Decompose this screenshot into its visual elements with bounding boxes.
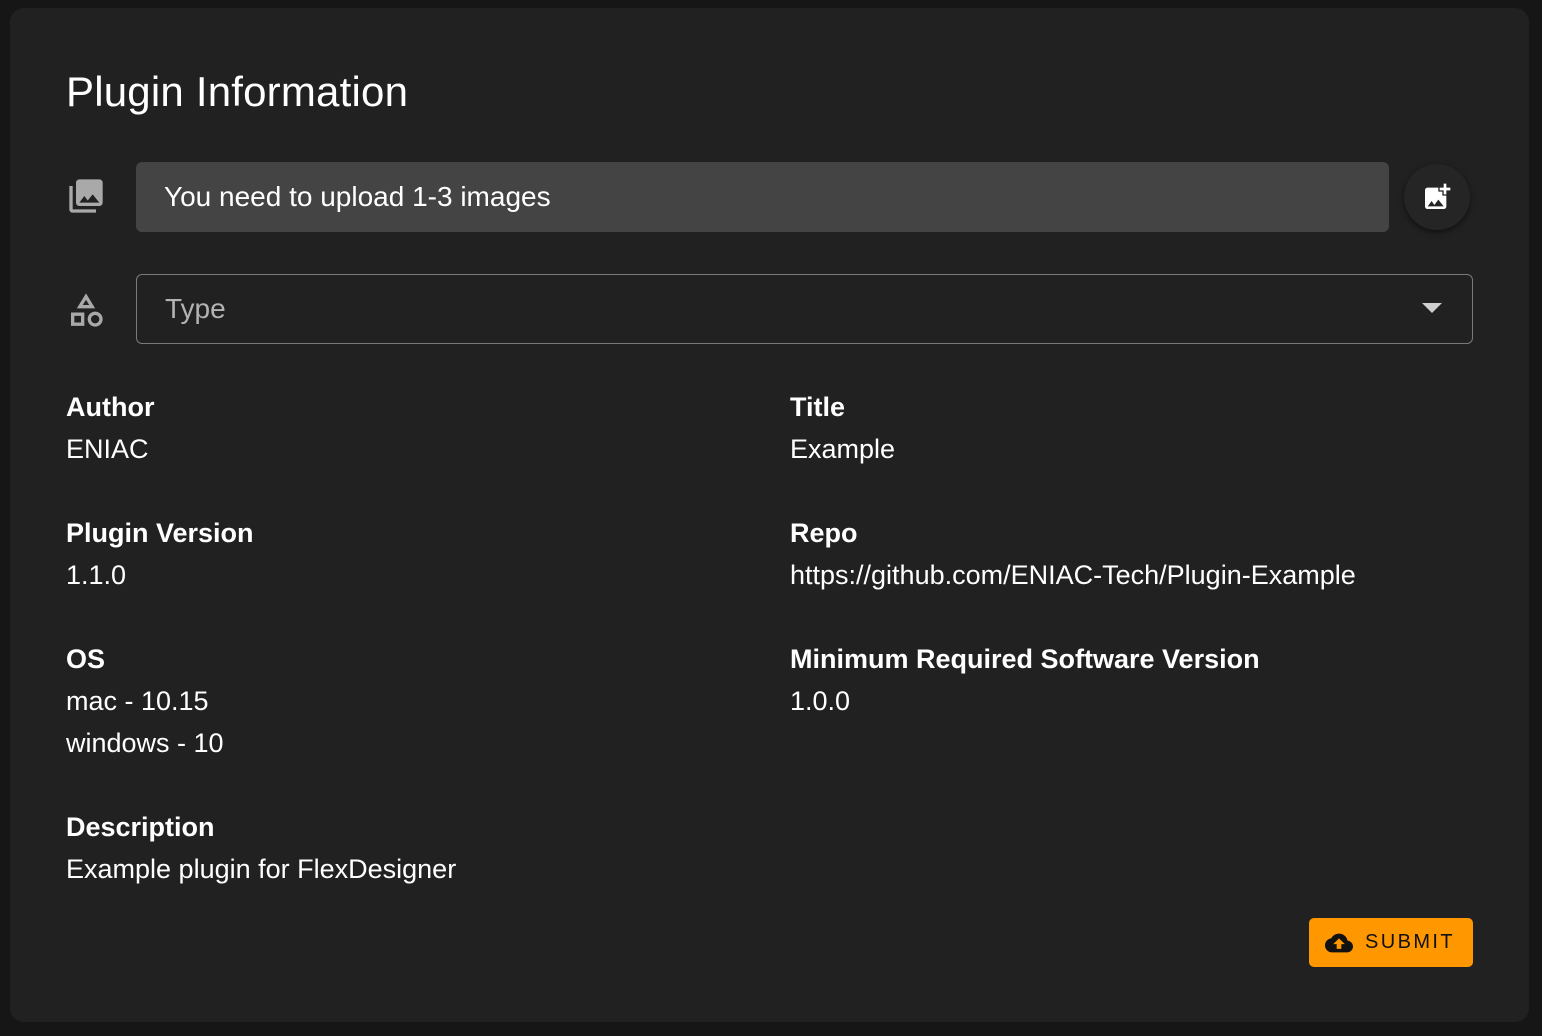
plugin-version-label: Plugin Version bbox=[66, 518, 254, 548]
os-value-mac: mac - 10.15 bbox=[66, 686, 209, 716]
image-upload-message: You need to upload 1-3 images bbox=[164, 181, 551, 212]
arrow-drop-down-icon bbox=[1422, 303, 1442, 313]
type-select-placeholder: Type bbox=[165, 293, 226, 324]
photo-library-icon bbox=[66, 176, 106, 216]
plugin-version-field: Plugin Version 1.1.0 bbox=[66, 517, 254, 591]
min-software-version-field: Minimum Required Software Version 1.0.0 bbox=[790, 643, 1260, 717]
title-field: Title Example bbox=[790, 391, 895, 465]
category-shapes-icon bbox=[66, 290, 106, 330]
add-image-button[interactable] bbox=[1404, 164, 1470, 230]
repo-field: Repo https://github.com/ENIAC-Tech/Plugi… bbox=[790, 517, 1356, 591]
description-field: Description Example plugin for FlexDesig… bbox=[66, 811, 456, 885]
plugin-version-value: 1.1.0 bbox=[66, 560, 127, 590]
min-software-version-label: Minimum Required Software Version bbox=[790, 644, 1260, 674]
add-photo-icon bbox=[1425, 183, 1451, 209]
description-label: Description bbox=[66, 812, 215, 842]
title-value: Example bbox=[790, 434, 896, 464]
cloud-upload-icon bbox=[1325, 933, 1354, 952]
os-label: OS bbox=[66, 644, 106, 674]
author-label: Author bbox=[66, 392, 155, 422]
repo-value: https://github.com/ENIAC-Tech/Plugin-Exa… bbox=[790, 560, 1356, 590]
os-field: OS mac - 10.15 windows - 10 bbox=[66, 643, 224, 759]
title-label: Title bbox=[790, 392, 846, 422]
author-field: Author ENIAC bbox=[66, 391, 154, 465]
min-software-version-value: 1.0.0 bbox=[790, 686, 851, 716]
image-upload-field[interactable]: You need to upload 1-3 images bbox=[136, 162, 1389, 232]
repo-label: Repo bbox=[790, 518, 858, 548]
submit-label: SUBMIT bbox=[1365, 931, 1455, 953]
description-value: Example plugin for FlexDesigner bbox=[66, 854, 457, 884]
page-title: Plugin Information bbox=[66, 68, 409, 115]
author-value: ENIAC bbox=[66, 434, 149, 464]
submit-button[interactable]: SUBMIT bbox=[1309, 918, 1473, 967]
os-value-windows: windows - 10 bbox=[66, 728, 224, 758]
type-select[interactable]: Type bbox=[136, 274, 1473, 344]
plugin-information-card: Plugin Information You need to upload 1-… bbox=[10, 8, 1529, 1022]
